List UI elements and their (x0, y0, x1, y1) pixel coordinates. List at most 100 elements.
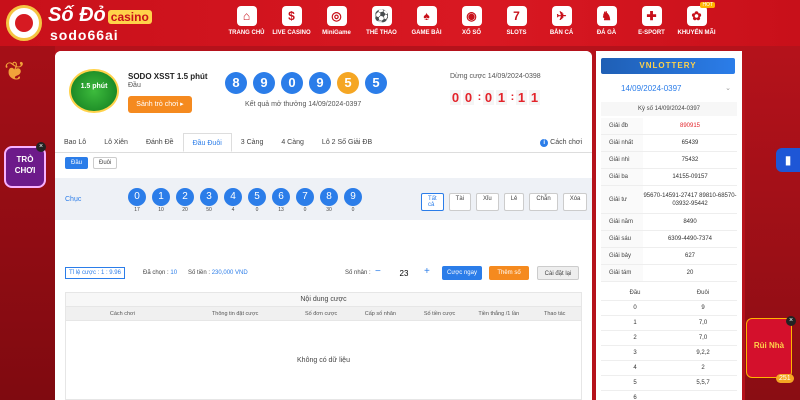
head-digit: 6 (633, 395, 637, 400)
tab-item[interactable]: Bao Lô (55, 133, 95, 152)
number-option[interactable]: 3 50 (197, 188, 221, 213)
left-decoration: ❦ TRÒ CHƠI × (0, 46, 55, 400)
sub-tab[interactable]: Đầu (65, 157, 89, 169)
stats-chart-icon[interactable]: ▮ (776, 148, 800, 172)
timer-separator: : (510, 91, 515, 103)
tab-item[interactable]: Đầu Đuôi (182, 133, 232, 152)
nav-item[interactable]: ⌂ TRANG CHỦ (224, 3, 269, 43)
tab-item[interactable]: 3 Càng (232, 133, 273, 152)
number-ball[interactable]: 7 (296, 188, 314, 206)
number-count: 50 (206, 207, 212, 213)
filter-button[interactable]: Lẻ (503, 193, 525, 211)
nav-item-label: MiniGame (322, 30, 351, 36)
prize-row: Giải bảy 627 (601, 248, 737, 265)
nav-item-label: ĐÁ GÀ (596, 30, 617, 36)
bet-now-button[interactable]: Cược ngay (442, 266, 482, 280)
filter-button[interactable]: Chẵn (529, 193, 558, 211)
number-option[interactable]: 6 13 (269, 188, 293, 213)
info-icon: i (540, 139, 549, 147)
prize-value: 20 (686, 270, 694, 276)
tail-digits: 7,0 (698, 320, 708, 326)
number-ball[interactable]: 1 (152, 188, 170, 206)
reset-button[interactable]: Cài đặt lại (537, 266, 579, 280)
nav-item[interactable]: ✚ E-SPORT (629, 3, 674, 43)
nav-item[interactable]: ◎ MiniGame (314, 3, 359, 43)
site-logo[interactable]: Số Đỏ casino sodo66ai (4, 3, 174, 45)
filter-button[interactable]: Tất cả (421, 193, 444, 211)
filter-button[interactable]: Xỉu (476, 193, 499, 211)
prize-value: 95670-14591-27417 89810-68570-03932-9544… (643, 192, 737, 207)
number-ball[interactable]: 4 (224, 188, 242, 206)
head-tail-row: 6 (601, 391, 737, 400)
number-ball[interactable]: 3 (200, 188, 218, 206)
multiplier-input[interactable] (391, 266, 417, 280)
add-number-button[interactable]: Thêm số (489, 266, 529, 280)
minus-icon[interactable]: − (375, 266, 381, 277)
prize-name: Giải năm (601, 214, 643, 230)
gamepad-icon: ✚ (641, 6, 662, 26)
picker-label: Chục (65, 196, 82, 203)
prize-value: 14155-09157 (672, 174, 708, 180)
brand-tag: casino (107, 10, 152, 24)
tail-digits: 9,2,2 (696, 350, 710, 356)
table-header-cell: Cấp số nhân (364, 311, 396, 317)
prize-value: 8490 (683, 219, 697, 225)
tab-item[interactable]: 4 Càng (272, 133, 313, 152)
game-lobby-button[interactable]: Sảnh trò chơi ▸ (128, 96, 192, 113)
close-icon[interactable]: × (786, 316, 796, 326)
head-tail-row: 2 7,0 (601, 331, 737, 346)
chevron-down-icon: ⌄ (725, 85, 731, 92)
prize-value: 6309-4490-7374 (667, 236, 713, 242)
nav-item[interactable]: ♠ GAME BÀI (404, 3, 449, 43)
game-main-panel: 1.5 phút SODO XSST 1.5 phút Đầu Sảnh trò… (55, 51, 592, 400)
timer-digit: 1 (496, 90, 507, 105)
timer-separator: : (477, 91, 482, 103)
number-option[interactable]: 70 (293, 188, 317, 213)
tail-digits: 5,5,7 (696, 380, 710, 386)
number-option[interactable]: 2 20 (173, 188, 197, 213)
autumn-leaf-icon: ❦ (4, 56, 26, 86)
number-ball[interactable]: 0 (128, 188, 146, 206)
prize-value: 890915 (679, 123, 701, 129)
hot-badge: HOT (700, 2, 715, 8)
nav-item[interactable]: ⚽ THỂ THAO (359, 3, 404, 43)
number-ball[interactable]: 9 (344, 188, 362, 206)
runha-promo-button[interactable]: Rủi Nhà (746, 318, 792, 378)
top-header: Số Đỏ casino sodo66ai ⌂ TRANG CHỦ $ LIVE CAS… (0, 0, 800, 46)
tro-choi-floating-button[interactable]: TRÒ CHƠI (4, 146, 46, 188)
table-header: Cách chơi Thông tin đặt cược Số đơn cược Cấ… (66, 307, 581, 321)
nav-item-label: XỔ SỐ (461, 30, 481, 36)
game-header: 1.5 phút SODO XSST 1.5 phút Đầu Sảnh trò… (55, 51, 592, 133)
table-title: Nội dung cược (66, 293, 581, 307)
number-ball[interactable]: 6 (272, 188, 290, 206)
nav-item[interactable]: 7 SLOTS (494, 3, 539, 43)
number-ball[interactable]: 2 (176, 188, 194, 206)
result-ball: 9 (253, 72, 275, 94)
how-to-play-link[interactable]: i Cách chơi (540, 133, 582, 153)
nav-item[interactable]: ✿ KHUYẾN MÃI HOT (674, 2, 719, 43)
number-option[interactable]: 44 (221, 188, 245, 213)
filter-button[interactable]: Xóa (562, 193, 588, 211)
tab-item[interactable]: Lô Xiên (95, 133, 137, 152)
tab-item[interactable]: Lô 2 Số Giải ĐB (313, 133, 381, 152)
number-ball[interactable]: 8 (320, 188, 338, 206)
sub-tab[interactable]: Đuôi (93, 157, 118, 169)
number-option[interactable]: 50 (245, 188, 269, 213)
nav-item[interactable]: ✈ BẮN CÁ (539, 3, 584, 43)
plus-icon[interactable]: + (424, 266, 430, 277)
number-option[interactable]: 90 (341, 188, 365, 213)
nav-item[interactable]: ♞ ĐÁ GÀ (584, 3, 629, 43)
number-ball[interactable]: 5 (248, 188, 266, 206)
draw-date-select[interactable]: 14/09/2024-0397 ⌄ (601, 80, 737, 98)
number-option[interactable]: 8 30 (317, 188, 341, 213)
filter-button[interactable]: Tài (448, 193, 472, 211)
number-option[interactable]: 0 17 (125, 188, 149, 213)
result-balls: 890955 (225, 72, 393, 94)
bet-type-tabs: Bao Lô Lô Xiên Đánh Đề Đầu Đuôi 3 Càng 4 Càng… (55, 133, 592, 153)
nav-item[interactable]: $ LIVE CASINO (269, 3, 314, 43)
prize-row: Giải sáu 6309-4490-7374 (601, 231, 737, 248)
tab-item[interactable]: Đánh Đề (137, 133, 183, 152)
nav-item[interactable]: ◉ XỔ SỐ (449, 3, 494, 43)
number-option[interactable]: 1 10 (149, 188, 173, 213)
close-icon[interactable]: × (36, 142, 46, 152)
